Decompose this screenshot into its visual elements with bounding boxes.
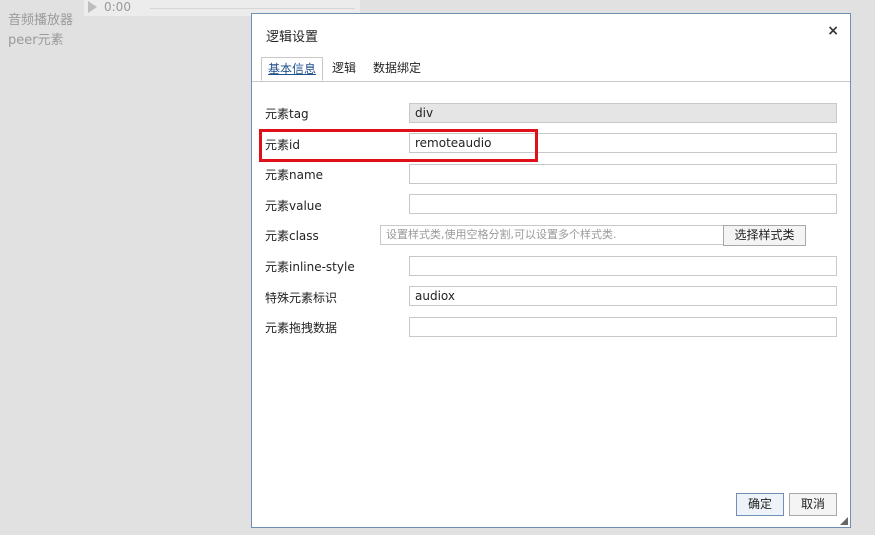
audio-player-label: 音频播放器 <box>8 13 74 28</box>
tab-basic-info[interactable]: 基本信息 <box>261 57 324 81</box>
logic-settings-dialog: 逻辑设置 × 基本信息 逻辑 数据绑定 元素tag div 元素id remot… <box>251 13 851 528</box>
tag-label: 元素tag <box>265 107 309 121</box>
play-icon[interactable] <box>88 1 97 13</box>
confirm-button[interactable]: 确定 <box>736 493 784 516</box>
special-id-label: 特殊元素标识 <box>265 291 338 305</box>
player-time: 0:00 <box>104 0 131 14</box>
cancel-button[interactable]: 取消 <box>789 493 837 516</box>
dialog-title: 逻辑设置 <box>266 30 319 45</box>
drag-data-field[interactable] <box>409 317 837 337</box>
special-id-field[interactable]: audiox <box>409 286 837 306</box>
close-icon[interactable]: × <box>827 23 839 39</box>
inline-style-label: 元素inline-style <box>265 260 355 274</box>
tag-field: div <box>409 103 837 123</box>
name-field[interactable] <box>409 164 837 184</box>
value-label: 元素value <box>265 199 322 213</box>
class-label: 元素class <box>265 229 319 243</box>
name-label: 元素name <box>265 168 324 182</box>
peer-element-label: peer元素 <box>8 33 64 48</box>
id-highlight-box <box>259 129 538 162</box>
select-class-button[interactable]: 选择样式类 <box>723 225 806 246</box>
class-input[interactable]: 设置样式类,使用空格分割,可以设置多个样式类. <box>380 225 724 245</box>
tab-bar: 基本信息 逻辑 数据绑定 <box>252 57 850 82</box>
player-progress-track[interactable] <box>150 8 355 9</box>
inline-style-field[interactable] <box>409 256 837 276</box>
tab-logic[interactable]: 逻辑 <box>326 57 362 81</box>
drag-data-label: 元素拖拽数据 <box>265 321 338 335</box>
resize-grip-icon[interactable] <box>840 517 848 525</box>
tab-data-binding[interactable]: 数据绑定 <box>367 57 427 81</box>
value-field[interactable] <box>409 194 837 214</box>
